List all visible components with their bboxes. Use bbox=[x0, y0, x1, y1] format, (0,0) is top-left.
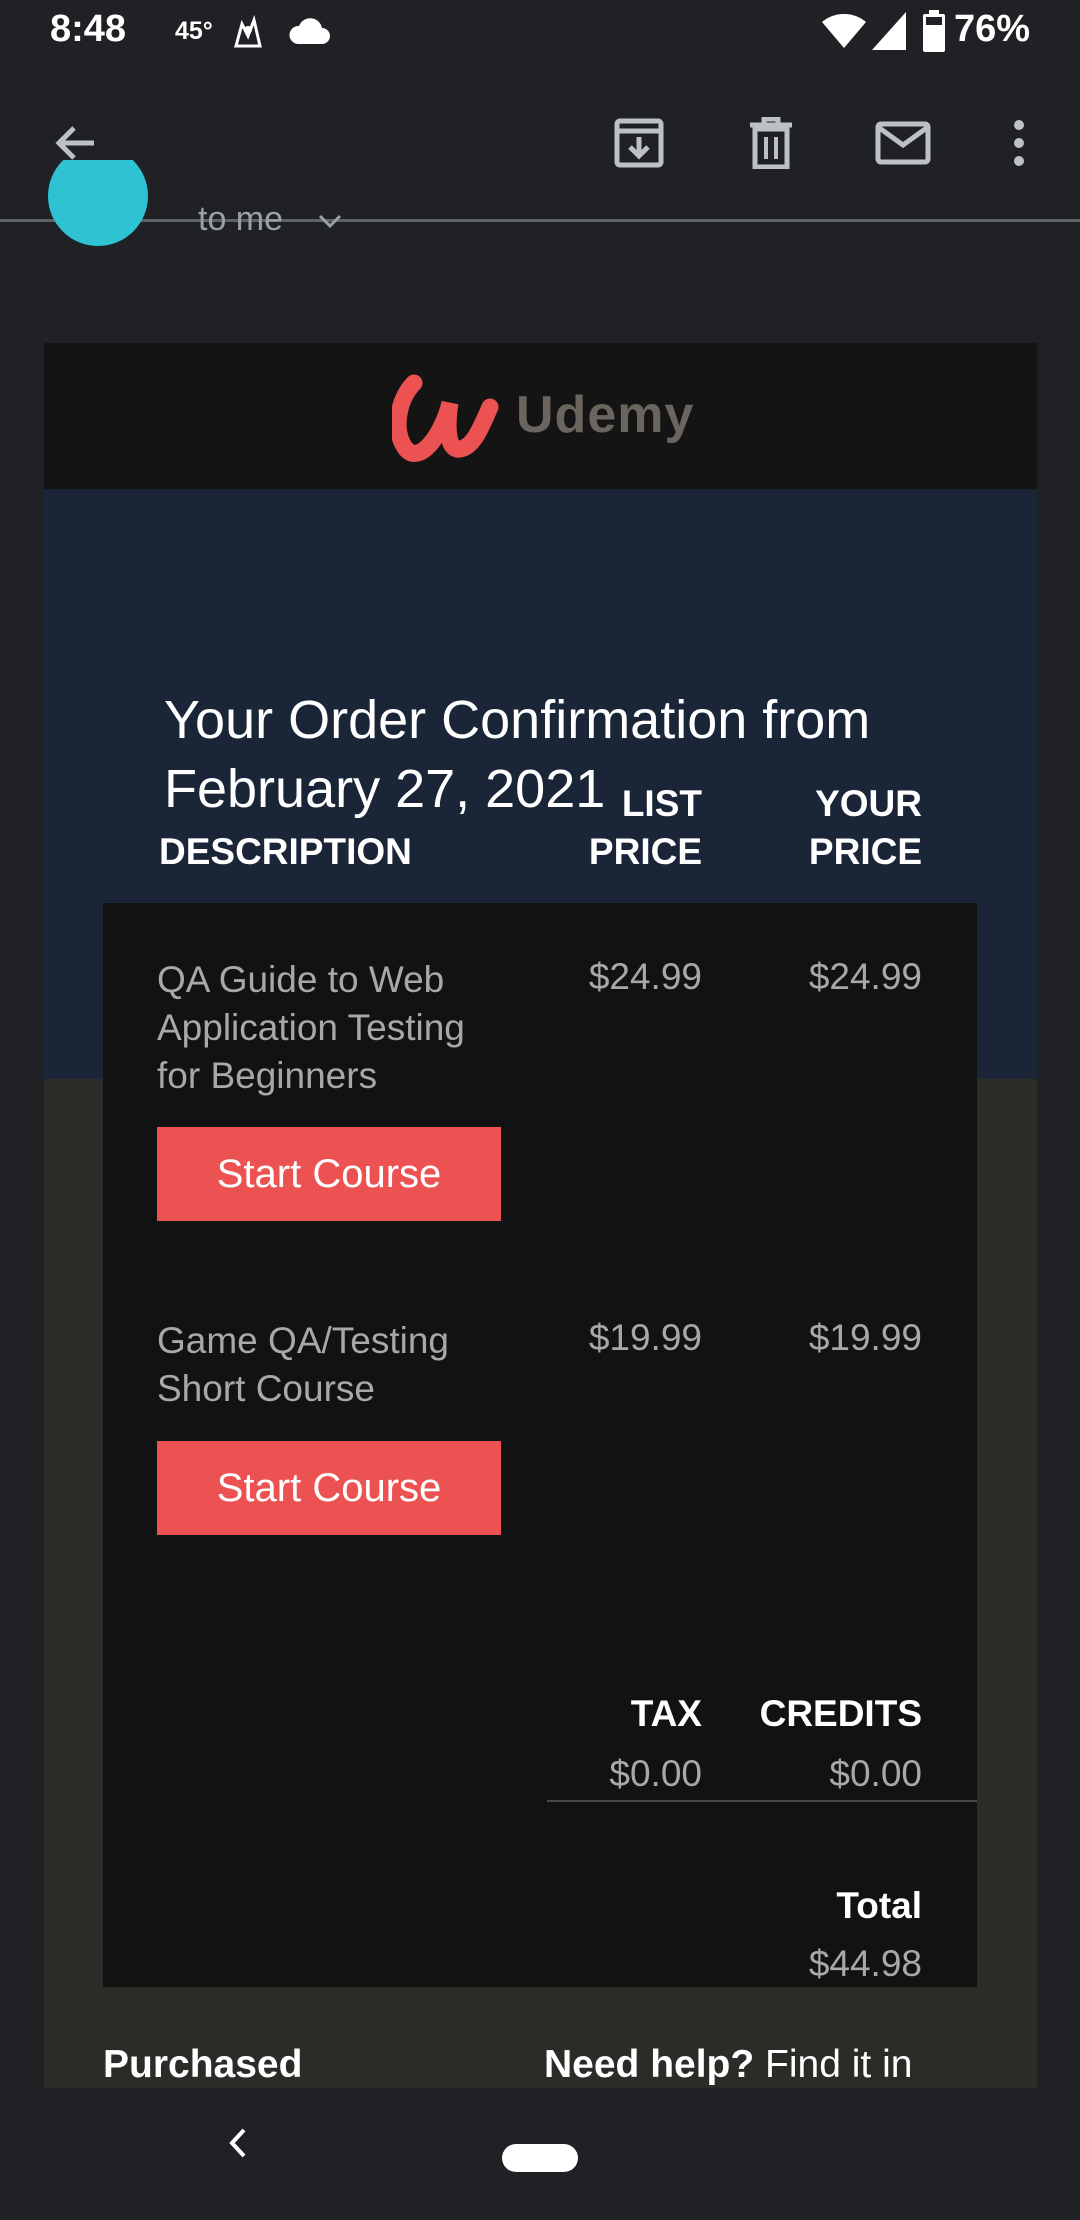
recipient-label[interactable]: to me bbox=[198, 200, 283, 239]
logo-band: Udemy bbox=[44, 343, 1037, 489]
mark-unread-icon[interactable] bbox=[868, 108, 938, 178]
credits-label: CREDITS bbox=[759, 1693, 922, 1734]
status-temperature: 45° bbox=[175, 17, 213, 45]
help-text: Need help? Find it in bbox=[544, 2043, 912, 2087]
header-list-price-line1: LIST bbox=[621, 783, 702, 824]
logo-text: Udemy bbox=[516, 386, 695, 444]
weather-app-icon bbox=[228, 14, 268, 59]
email-body: Udemy Your Order Confirmation from Febru… bbox=[44, 343, 1037, 2088]
header-description: DESCRIPTION bbox=[159, 831, 412, 872]
home-pill-icon[interactable] bbox=[502, 2144, 578, 2172]
app-bar bbox=[0, 64, 1080, 222]
header-list-price-line2: PRICE bbox=[588, 831, 702, 872]
archive-icon[interactable] bbox=[604, 108, 674, 178]
delete-icon[interactable] bbox=[736, 108, 806, 178]
status-bar: 8:48 45° 76% bbox=[0, 0, 1080, 64]
item-list-price: $24.99 bbox=[588, 956, 702, 997]
item-name: QA Guide to Web Application Testing for … bbox=[157, 959, 465, 1096]
start-course-button[interactable]: Start Course bbox=[157, 1441, 501, 1535]
battery-icon bbox=[922, 10, 946, 57]
purchased-heading: Purchased bbox=[103, 2043, 303, 2086]
total-label: Total bbox=[836, 1885, 922, 1926]
item-your-price: $19.99 bbox=[808, 1317, 922, 1358]
battery-percent: 76% bbox=[954, 8, 1031, 50]
credits-value: $0.00 bbox=[829, 1753, 922, 1794]
sender-avatar[interactable] bbox=[48, 160, 148, 246]
header-your-price-line2: PRICE bbox=[808, 831, 922, 872]
navigation-bar bbox=[0, 2088, 1080, 2220]
total-value: $44.98 bbox=[808, 1943, 922, 1984]
item-list-price: $19.99 bbox=[588, 1317, 702, 1358]
tax-label: TAX bbox=[630, 1693, 702, 1734]
nav-back-icon[interactable] bbox=[222, 2118, 252, 2173]
header-your-price-line1: YOUR bbox=[815, 783, 922, 824]
udemy-logo-icon bbox=[389, 369, 502, 468]
cloud-icon bbox=[288, 16, 330, 51]
item-name: Game QA/Testing Short Course bbox=[157, 1320, 450, 1409]
wifi-icon bbox=[822, 13, 866, 55]
help-rest: Find it in bbox=[765, 2043, 913, 2086]
help-bold: Need help? bbox=[544, 2043, 755, 2086]
chevron-down-icon[interactable] bbox=[318, 214, 342, 235]
signal-icon bbox=[872, 12, 906, 55]
start-course-button[interactable]: Start Course bbox=[157, 1127, 501, 1221]
more-vert-icon[interactable] bbox=[984, 108, 1054, 178]
tax-value: $0.00 bbox=[609, 1753, 702, 1794]
summary-divider bbox=[547, 1800, 977, 1802]
item-your-price: $24.99 bbox=[808, 956, 922, 997]
order-items: QA Guide to Web Application Testing for … bbox=[103, 903, 977, 1987]
status-time: 8:48 bbox=[50, 8, 127, 50]
